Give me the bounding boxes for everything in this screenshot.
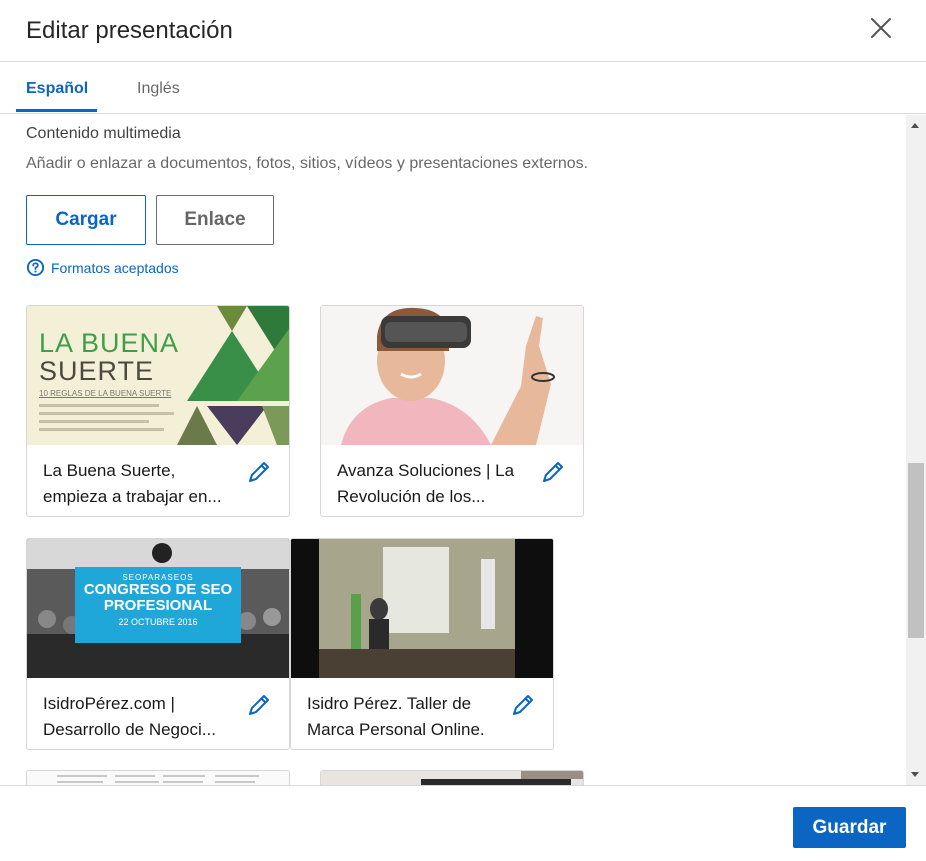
accepted-formats-label: Formatos aceptados (51, 259, 179, 276)
workshop-video-frame (291, 539, 553, 678)
tab-spanish[interactable]: Español (26, 80, 88, 98)
congress-banner: SEOPARASEOS CONGRESO DE SEO PROFESIONAL … (75, 567, 241, 643)
media-title-line-1: Isidro Pérez. Taller de (307, 694, 472, 713)
media-thumbnail: LA BUENA SUERTE 10 REGLAS DE LA BUENA SU… (27, 306, 289, 445)
media-card[interactable] (320, 770, 584, 785)
close-button[interactable] (866, 13, 896, 43)
accepted-formats-link[interactable]: Formatos aceptados (26, 258, 179, 277)
pencil-icon (249, 695, 269, 715)
media-title-line-1: La Buena Suerte, (43, 461, 176, 480)
edit-button[interactable] (539, 458, 567, 486)
media-thumbnail (291, 539, 553, 678)
language-tabs: Español Inglés (0, 63, 926, 114)
media-card[interactable]: SEOPARASEOS CONGRESO DE SEO PROFESIONAL … (26, 538, 290, 750)
save-button[interactable]: Guardar (793, 807, 906, 848)
media-card[interactable]: Isidro Pérez. Taller de Marca Personal O… (290, 538, 554, 750)
scroll-up-arrow-icon[interactable] (911, 123, 919, 128)
thumbnail-subheading: 10 REGLAS DE LA BUENA SUERTE (39, 389, 172, 398)
media-card[interactable] (26, 770, 290, 785)
media-title-line-2: Marca Personal Online. (307, 720, 485, 739)
tab-english[interactable]: Inglés (137, 80, 180, 98)
thumbnail-text-lines (39, 404, 179, 436)
media-thumbnail: SEOPARASEOS CONGRESO DE SEO PROFESIONAL … (27, 539, 289, 678)
media-title-line-1: Avanza Soluciones | La (337, 461, 515, 480)
media-title-line-2: empieza a trabajar en... (43, 487, 222, 506)
scrollbar-thumb[interactable] (908, 463, 924, 638)
media-title-line-2: Desarrollo de Negoci... (43, 720, 216, 739)
pencil-icon (249, 462, 269, 482)
triangle-pattern (177, 306, 289, 445)
question-circle-icon (26, 258, 45, 277)
dialog-footer: Guardar (0, 785, 926, 861)
dialog-title: Editar presentación (26, 17, 233, 44)
pencil-icon (513, 695, 533, 715)
edit-button[interactable] (509, 691, 537, 719)
media-caption: Avanza Soluciones | La Revolución de los… (337, 458, 533, 510)
media-caption: IsidroPérez.com | Desarrollo de Negoci..… (43, 691, 239, 743)
document-thumbnail (27, 771, 289, 785)
media-section-description: Añadir o enlazar a documentos, fotos, si… (26, 155, 589, 172)
dialog-content: Contenido multimedia Añadir o enlazar a … (0, 115, 906, 785)
link-button[interactable]: Enlace (156, 195, 274, 245)
media-title-line-1: IsidroPérez.com | (43, 694, 175, 713)
edit-button[interactable] (245, 458, 273, 486)
media-card[interactable]: LA BUENA SUERTE 10 REGLAS DE LA BUENA SU… (26, 305, 290, 517)
banner-date: 22 OCTUBRE 2016 (118, 617, 198, 627)
pencil-icon (543, 462, 563, 482)
scroll-down-arrow-icon[interactable] (911, 772, 919, 777)
media-card[interactable]: Avanza Soluciones | La Revolución de los… (320, 305, 584, 517)
content-scrollbar[interactable] (906, 115, 926, 785)
media-caption: La Buena Suerte, empieza a trabajar en..… (43, 458, 239, 510)
active-tab-indicator (16, 109, 97, 112)
media-title-line-2: Revolución de los... (337, 487, 486, 506)
upload-button[interactable]: Cargar (26, 195, 146, 245)
close-icon (871, 18, 891, 38)
banner-heading: CONGRESO DE SEO (83, 581, 233, 598)
thumbnail-heading-2: SUERTE (39, 356, 155, 386)
dialog-header: Editar presentación (0, 0, 926, 62)
thumbnail-heading: LA BUENA (39, 328, 180, 358)
media-caption: Isidro Pérez. Taller de Marca Personal O… (307, 691, 503, 743)
edit-button[interactable] (245, 691, 273, 719)
banner-heading-2: PROFESIONAL (103, 597, 213, 614)
media-thumbnail (321, 306, 583, 445)
media-section-label: Contenido multimedia (26, 125, 181, 142)
photo-thumbnail (321, 771, 583, 785)
vr-headset-photo (321, 306, 583, 445)
